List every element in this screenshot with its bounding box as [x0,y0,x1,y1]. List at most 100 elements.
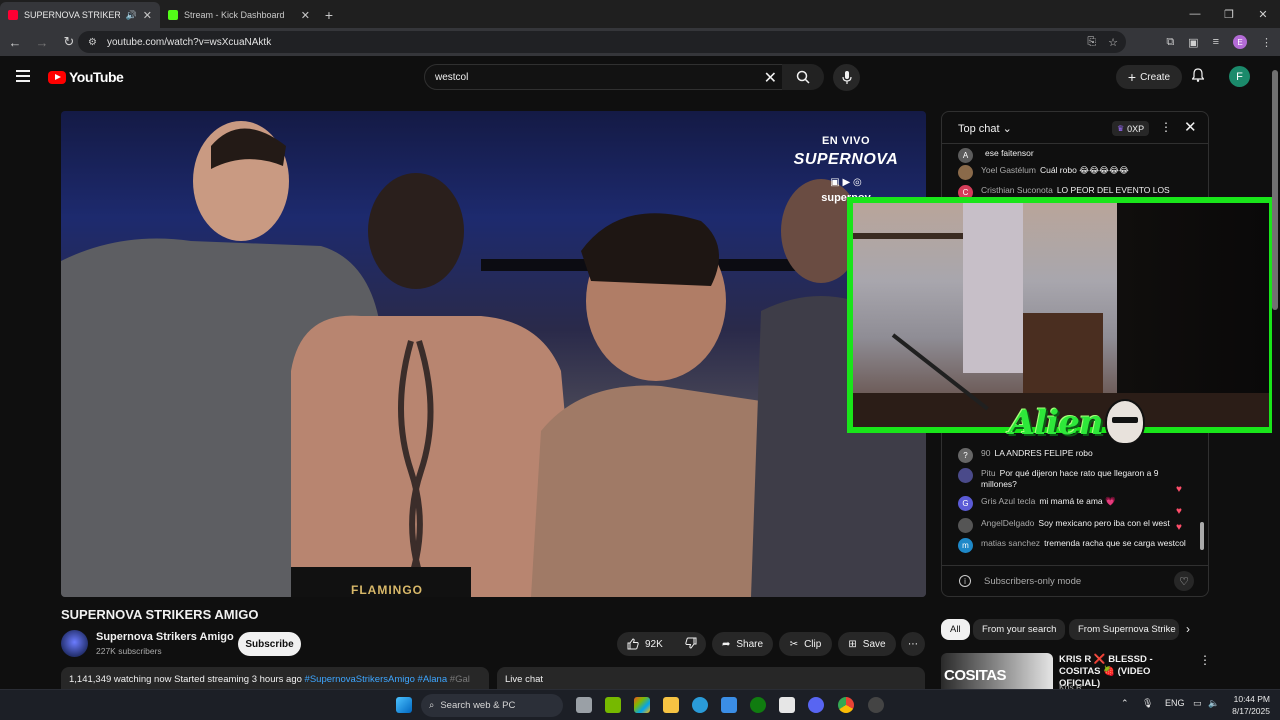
obs-icon[interactable] [868,697,884,713]
restore-icon[interactable]: ❐ [1212,0,1246,28]
youtube-logo[interactable]: YouTube [48,69,124,85]
minimize-icon[interactable]: — [1178,0,1212,28]
menu-icon[interactable] [16,70,30,82]
tab-title: Stream - Kick Dashboard [184,10,285,20]
microphone-icon [841,71,852,84]
channel-name[interactable]: Supernova Strikers Amigo [96,631,234,643]
subscribe-button[interactable]: Subscribe [238,632,301,656]
microphone-tray-icon[interactable]: 🎙 [1142,698,1153,709]
speaker-icon[interactable]: 🔊 [126,10,137,21]
heart-reaction-button[interactable]: ♡ [1174,571,1194,591]
info-icon[interactable]: i [959,575,971,587]
store-icon[interactable] [721,697,737,713]
account-avatar[interactable]: F [1229,66,1250,87]
tray-chevron-icon[interactable]: ⌃ [1121,698,1129,709]
file-explorer-icon[interactable] [663,697,679,713]
nvidia-icon[interactable] [605,697,621,713]
chat-author: Gris Azul tecla [981,496,1036,506]
browser-tab-strip: SUPERNOVA STRIKERS AMIGO 🔊 ✕ Stream - Ki… [0,0,1280,28]
video-title: SUPERNOVA STRIKERS AMIGO [61,607,259,622]
copilot-icon[interactable] [634,697,650,713]
hashtags-faded[interactable]: #Gal [450,674,470,685]
channel-avatar[interactable] [61,630,88,657]
share-button[interactable]: ➦ Share [712,632,773,656]
chat-avatar: m [958,538,973,553]
chat-message: m matias sanchez tremenda racha que se ca… [958,538,1188,553]
top-chat-selector[interactable]: Top chat ⌄ [958,122,1012,135]
system-clock[interactable]: 10:44 PM 8/17/2025 [1224,693,1270,717]
back-icon[interactable]: ← [3,30,27,54]
profile-avatar[interactable]: E [1233,35,1247,49]
clear-search-icon[interactable]: ✕ [764,68,777,88]
install-app-icon[interactable]: ⎘ [1087,36,1096,49]
tab-kick-dashboard[interactable]: Stream - Kick Dashboard ✕ [160,2,318,28]
chip-all[interactable]: All [941,619,970,640]
media-controls-icon[interactable]: ≡ [1213,36,1219,48]
bookmark-star-icon[interactable]: ☆ [1108,36,1118,49]
taskbar-search[interactable]: ⌕ Search web & PC [421,694,563,717]
language-indicator[interactable]: ENG [1165,698,1185,708]
xp-value: 0XP [1127,123,1145,134]
notepad-icon[interactable] [779,697,795,713]
search-button[interactable] [782,64,824,90]
chat-menu-icon[interactable]: ⋮ [1160,120,1172,134]
xbox-icon[interactable] [750,697,766,713]
chrome-icon[interactable] [838,697,854,713]
notifications-bell-icon[interactable] [1191,68,1205,85]
clip-button[interactable]: ✂ Clip [779,632,832,656]
chevron-right-icon[interactable]: › [1186,622,1190,636]
chat-avatar: G [958,496,973,511]
forward-icon[interactable]: → [30,30,54,54]
alien-sticker: Alien [1003,395,1147,463]
recommendation-thumbnail[interactable]: COSITAS [941,653,1053,689]
live-chat-toggle[interactable]: Live chat [497,667,925,689]
network-icon[interactable]: ▭ [1193,698,1202,709]
chat-author: Cristhian Suconota [981,185,1053,195]
close-chat-icon[interactable]: ✕ [1184,118,1197,136]
browser-menu-icon[interactable]: ⋮ [1261,36,1272,49]
video-player[interactable]: EN VIVO SUPERNOVA ▣ ▶ ◎ supernov FLAMING… [61,111,926,597]
split-view-icon[interactable]: ▣ [1188,36,1198,49]
chip-from-channel[interactable]: From Supernova Strike [1069,619,1179,640]
like-button[interactable]: 92K [627,638,663,650]
tab-youtube[interactable]: SUPERNOVA STRIKERS AMIGO 🔊 ✕ [0,2,160,28]
create-button[interactable]: + Create [1116,65,1182,89]
heart-reaction-icon: ♥ [1176,484,1182,495]
windows-start-icon[interactable] [396,697,412,713]
scissors-icon: ✂ [789,638,799,650]
webcam-chair [1023,313,1103,403]
close-tab-icon[interactable]: ✕ [301,9,310,22]
save-button[interactable]: ⊞ Save [838,632,896,656]
chat-scrollbar[interactable] [1200,522,1204,550]
chat-text: Soy mexicano pero iba con el west [1038,518,1170,528]
chat-text: Por qué dijeron hace rato que llegaron a… [981,468,1159,489]
chat-message: AngelDelgado Soy mexicano pero iba con el… [958,518,1188,533]
new-tab-button[interactable]: + [318,2,340,28]
close-tab-icon[interactable]: ✕ [143,9,152,22]
more-actions-button[interactable]: ⋯ [901,632,925,656]
dislike-button[interactable] [685,637,697,652]
chat-avatar: A [958,148,973,163]
chat-author: Yoel Gastélum [981,165,1036,175]
chat-avatar [958,518,973,533]
volume-icon[interactable]: 🔈 [1208,698,1219,709]
edge-icon[interactable] [692,697,708,713]
hashtags[interactable]: #SupernovaStrikersAmigo #Alana [305,674,448,685]
url-bar[interactable]: ⚙ youtube.com/watch?v=wsXcuaNAktk ⎘ ☆ [78,31,1126,53]
thumbs-up-icon [627,638,639,650]
discord-icon[interactable] [808,697,824,713]
close-window-icon[interactable]: ✕ [1246,0,1280,28]
search-input[interactable]: westcol ✕ [424,64,790,90]
more-vertical-icon[interactable]: ⋮ [1199,653,1211,667]
extensions-icon[interactable]: ⧉ [1166,36,1174,49]
heart-reaction-icon: ♥ [1176,522,1182,533]
xp-badge[interactable]: ♛ 0XP [1112,121,1150,136]
voice-search-button[interactable] [833,64,860,91]
task-view-icon[interactable] [576,697,592,713]
chip-from-your-search[interactable]: From your search [973,619,1066,640]
chat-avatar [958,165,973,180]
social-icons: ▣ ▶ ◎ [830,177,862,188]
site-info-icon[interactable]: ⚙ [88,37,97,48]
page-scrollbar[interactable] [1272,62,1278,688]
description-box[interactable]: 1,141,349 watching now Started streaming… [61,667,489,689]
